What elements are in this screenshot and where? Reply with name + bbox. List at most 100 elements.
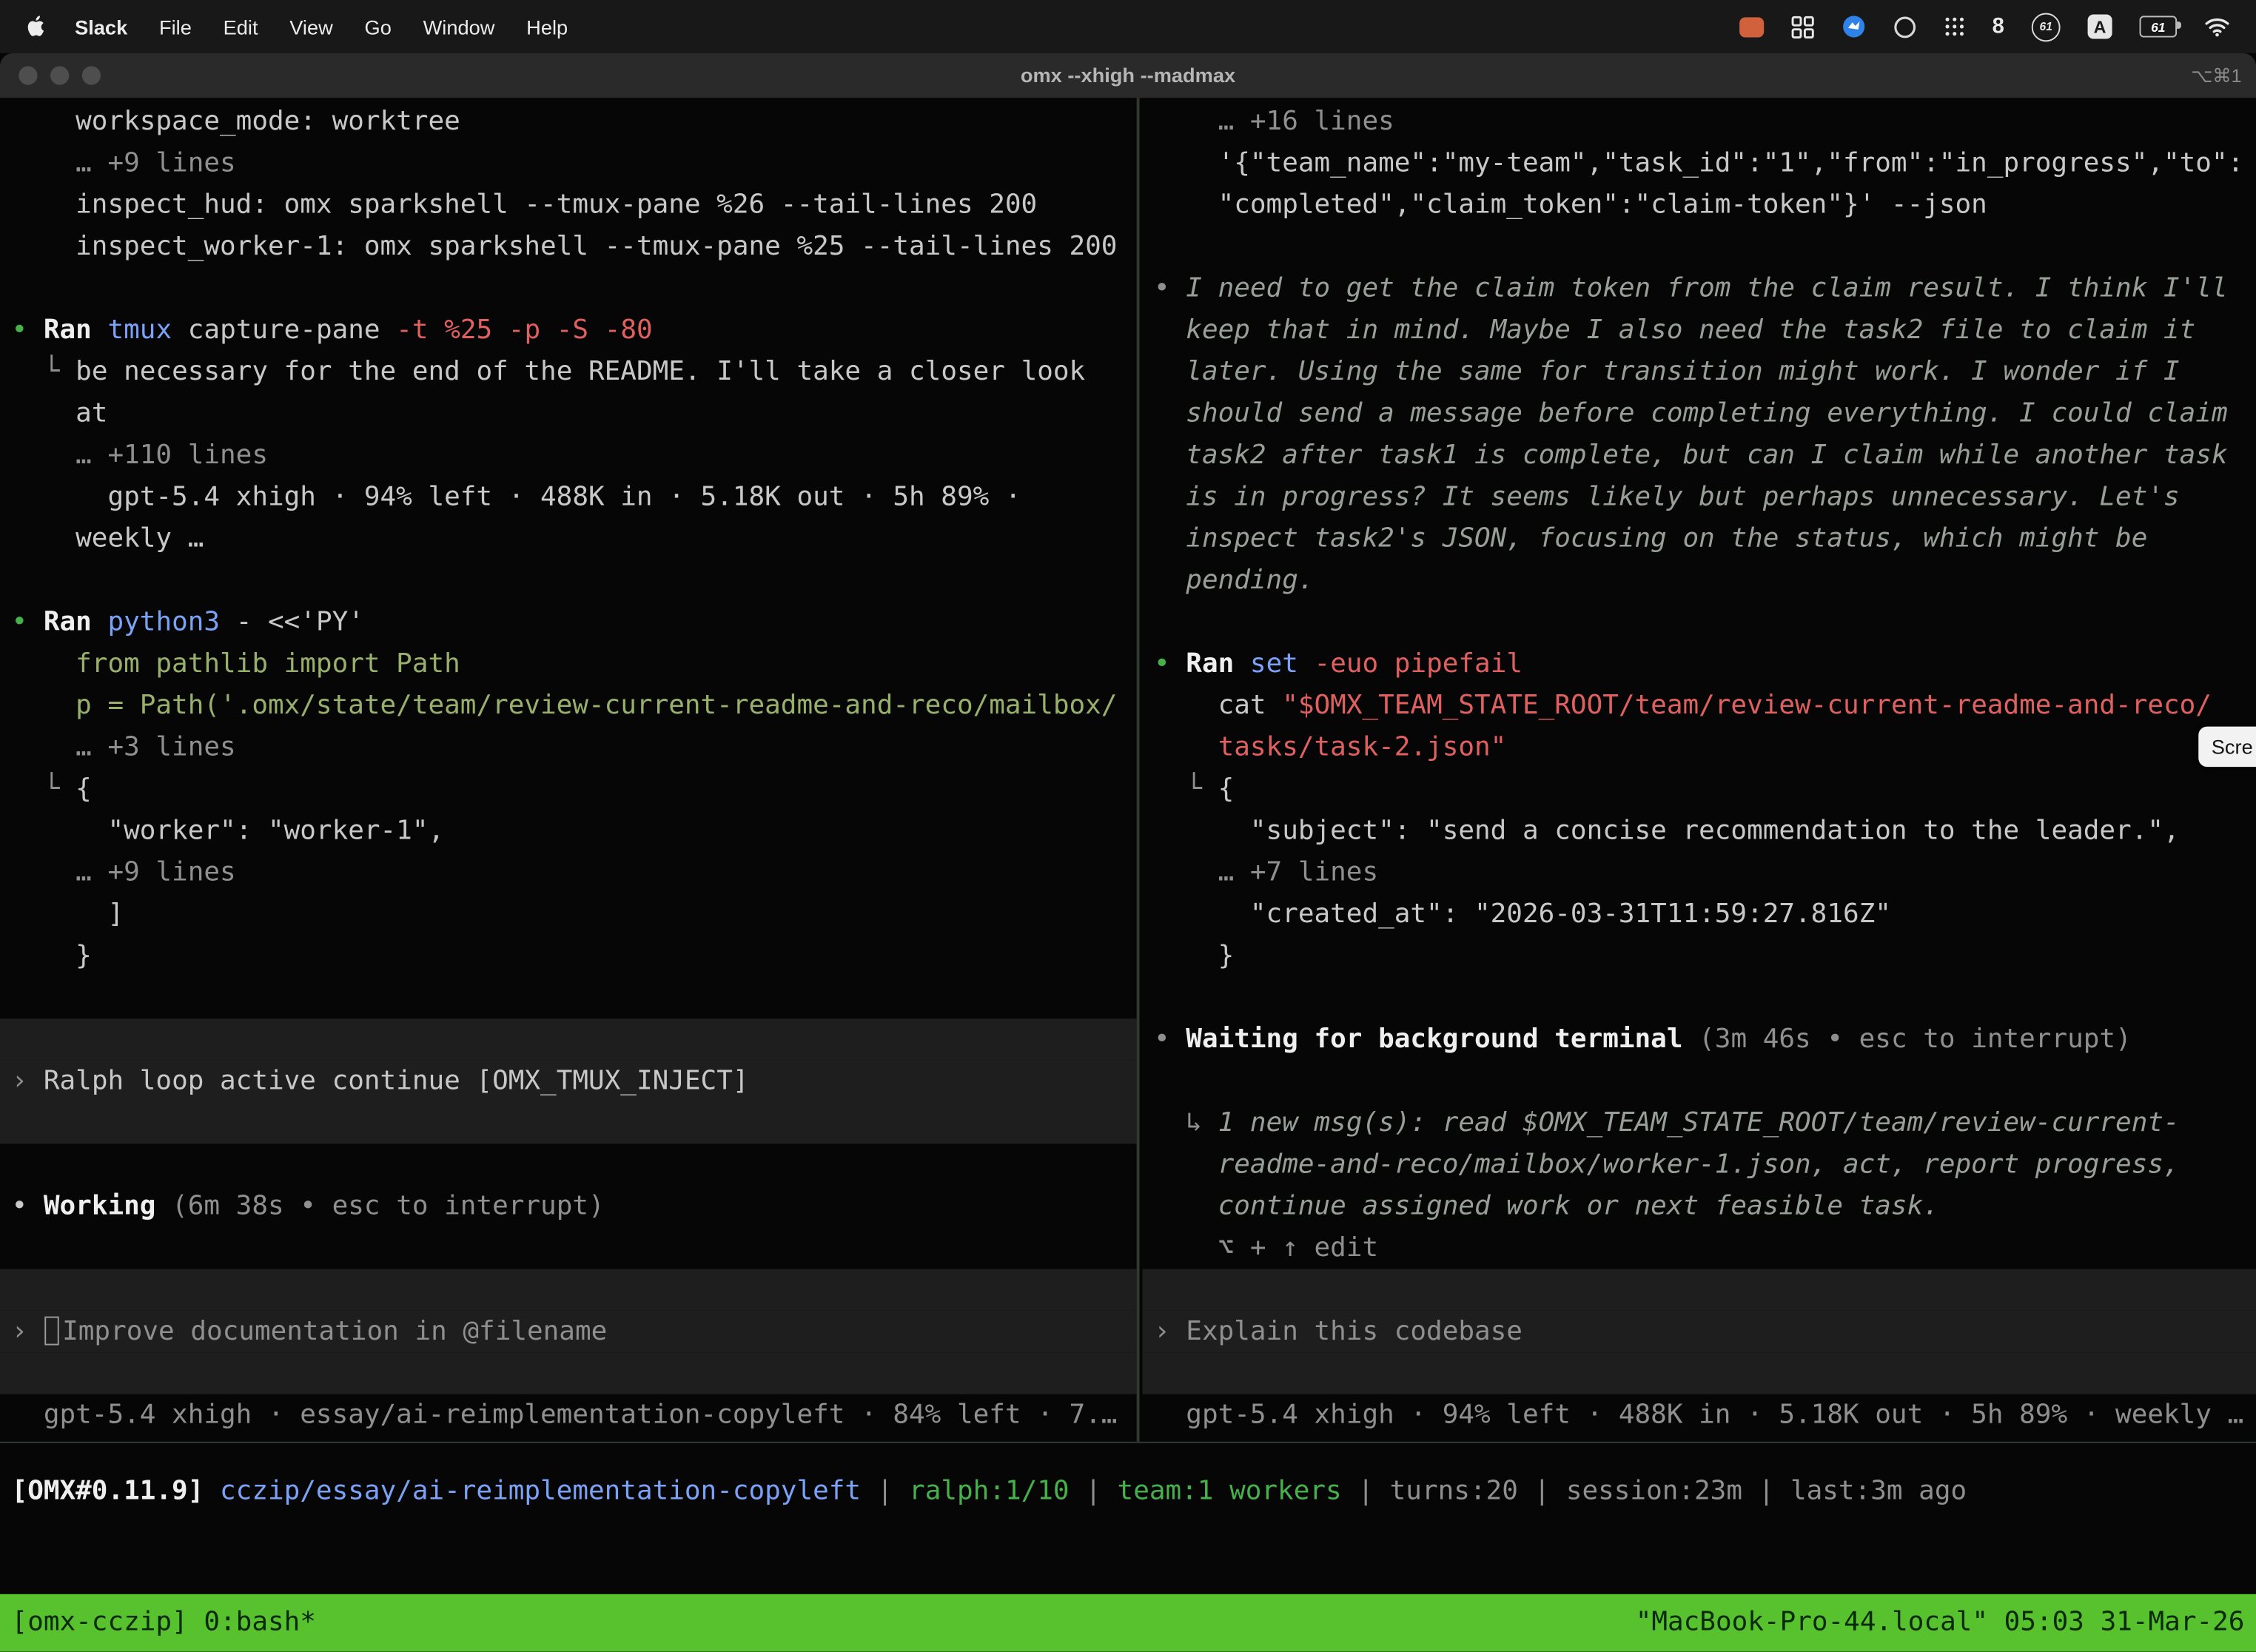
terminal-line: keep that in mind. Maybe I also need the… [1142,309,2256,351]
terminal-line [0,1144,1137,1185]
terminal-line: cat "$OMX_TEAM_STATE_ROOT/team/review-cu… [1142,685,2256,726]
working-status: • Working (6m 38s • esc to interrupt) [0,1186,1137,1227]
tmux-host-clock: "MacBook-Pro-44.local" 05:03 31-Mar-26 [1636,1602,2245,1652]
terminal-line: "created_at": "2026-03-31T11:59:27.816Z" [1142,893,2256,935]
omx-status-segment: | [861,1476,909,1506]
terminal-line [0,1018,1137,1060]
terminal-line: ⌥ + ↑ edit [1142,1227,2256,1269]
terminal-line [0,268,1137,309]
terminal-line: └ { [0,768,1137,810]
terminal-line: gpt-5.4 xhigh · 94% left · 488K in · 5.1… [0,476,1137,517]
omx-status-segment: | [1518,1476,1566,1506]
input-source-icon[interactable]: A [2088,14,2112,38]
thinking-text: • I need to get the claim token from the… [1142,268,2256,309]
composer-input[interactable]: › Improve documentation in @filename [0,1311,1137,1352]
omx-status-segment: turns:20 [1390,1476,1518,1506]
ran-command: • Ran tmux capture-pane -t %25 -p -S -80 [0,309,1137,351]
terminal-line [1142,1061,2256,1102]
menu-item-window[interactable]: Window [407,15,511,38]
composer-input[interactable]: › Explain this codebase [1142,1311,2256,1352]
terminal-line: ] [0,893,1137,935]
terminal-line: inspect_hud: omx sparkshell --tmux-pane … [0,184,1137,226]
menu-item-view[interactable]: View [274,15,349,38]
terminal-line [1142,602,2256,643]
battery-icon[interactable]: 61 [2140,16,2178,37]
queued-message: › Ralph loop active continue [OMX_TMUX_I… [0,1061,1137,1102]
terminal-line: '{"team_name":"my-team","task_id":"1","f… [1142,142,2256,184]
terminal-line [0,1102,1137,1144]
omx-status-line: [OMX#0.11.9] cczip/essay/ai-reimplementa… [0,1471,2256,1512]
terminal-line [0,1227,1137,1269]
omx-status-segment: cczip/essay/ai-reimplementation-copyleft [220,1476,861,1506]
grid-icon[interactable] [1790,15,1813,38]
terminal-window: workspace_mode: worktree … +9 lines insp… [0,98,2256,1651]
tmux-pane-right[interactable]: … +16 lines '{"team_name":"my-team","tas… [1142,101,2256,1436]
terminal-line: inspect task2's JSON, focusing on the st… [1142,518,2256,560]
wifi-icon[interactable] [2204,16,2230,36]
terminal-line: readme-and-reco/mailbox/worker-1.json, a… [1142,1144,2256,1185]
menu-items: SlackFileEditViewGoWindowHelp [59,15,584,38]
mailbox-notification: ↳ 1 new msg(s): read $OMX_TEAM_STATE_ROO… [1142,1102,2256,1144]
omx-status-segment: session:23m [1566,1476,1742,1506]
terminal-line: } [1142,936,2256,977]
terminal-line: … +110 lines [0,434,1137,476]
terminal-line [1142,977,2256,1018]
terminal-line: tasks/task-2.json" [1142,727,2256,768]
terminal-line [1142,226,2256,267]
menu-item-go[interactable]: Go [349,15,407,38]
window-shortcut-badge: ⌥⌘1 [2191,53,2241,98]
terminal-line: "subject": "send a concise recommendatio… [1142,810,2256,851]
omx-status-segment: | [1742,1476,1790,1506]
terminal-line: … +7 lines [1142,852,2256,893]
window-titlebar[interactable]: omx --xhigh --madmax ⌥⌘1 [0,53,2256,99]
circle-app-icon[interactable] [1893,15,1916,38]
terminal-line [0,1352,1137,1394]
window-title: omx --xhigh --madmax [0,53,2256,98]
terminal-line: at [0,393,1137,434]
terminal-line: … +9 lines [0,852,1137,893]
ran-command: • Ran python3 - <<'PY' [0,602,1137,643]
terminal-line: task2 after task1 is complete, but can I… [1142,434,2256,476]
keypad-app-icon[interactable]: 8 [1993,14,2004,38]
text-cursor [45,1317,59,1346]
menu-bar: SlackFileEditViewGoWindowHelp [0,0,2256,53]
terminal-line [0,1269,1137,1311]
desktop: SlackFileEditViewGoWindowHelp [0,0,2256,1652]
waiting-status: • Waiting for background terminal (3m 46… [1142,1018,2256,1060]
terminal-line: … +16 lines [1142,101,2256,142]
tmux-session-label: [omx-cczip] 0:bash* [12,1602,316,1652]
terminal-line: pending. [1142,560,2256,601]
terminal-line: inspect_worker-1: omx sparkshell --tmux-… [0,226,1137,267]
screen-recording-indicator-icon[interactable] [1739,16,1763,36]
model-status-footer: gpt-5.4 xhigh · essay/ai-reimplementatio… [0,1394,1137,1436]
terminal-line: └ { [1142,768,2256,810]
blue-app-icon[interactable] [1841,14,1865,38]
ran-command: • Ran set -euo pipefail [1142,643,2256,685]
omx-status-segment: [OMX#0.11.9] [12,1476,220,1506]
menubar-status-icons: 8 61 A 61 [1739,13,2238,41]
stats-gauge-icon[interactable]: 61 [2032,13,2061,41]
menu-item-slack[interactable]: Slack [59,15,144,38]
terminal-line: "worker": "worker-1", [0,810,1137,851]
omx-status-segment: last:3m ago [1790,1476,1967,1506]
apple-menu-icon[interactable] [26,14,47,38]
tmux-pane-left[interactable]: workspace_mode: worktree … +9 lines insp… [0,101,1137,1436]
terminal-line: … +9 lines [0,142,1137,184]
omx-status-segment: | [1070,1476,1118,1506]
model-status-footer: gpt-5.4 xhigh · 94% left · 488K in · 5.1… [1142,1394,2256,1436]
terminal-line: weekly … [0,518,1137,560]
omx-status-segment: ralph:1/10 [909,1476,1070,1506]
terminal-line: workspace_mode: worktree [0,101,1137,142]
terminal-line: } [0,936,1137,977]
screen-share-tooltip-fragment[interactable]: Scre [2198,727,2256,767]
terminal-line: └ be necessary for the end of the README… [0,351,1137,392]
menu-item-edit[interactable]: Edit [207,15,274,38]
terminal-line: later. Using the same for transition mig… [1142,351,2256,392]
dots-grid-icon[interactable] [1944,16,1965,37]
menu-item-file[interactable]: File [144,15,208,38]
terminal-line [0,977,1137,1018]
terminal-line [0,560,1137,601]
omx-status-segment: team:1 workers [1118,1476,1342,1506]
pane-divider-vertical[interactable] [1137,98,1140,1442]
menu-item-help[interactable]: Help [511,15,584,38]
